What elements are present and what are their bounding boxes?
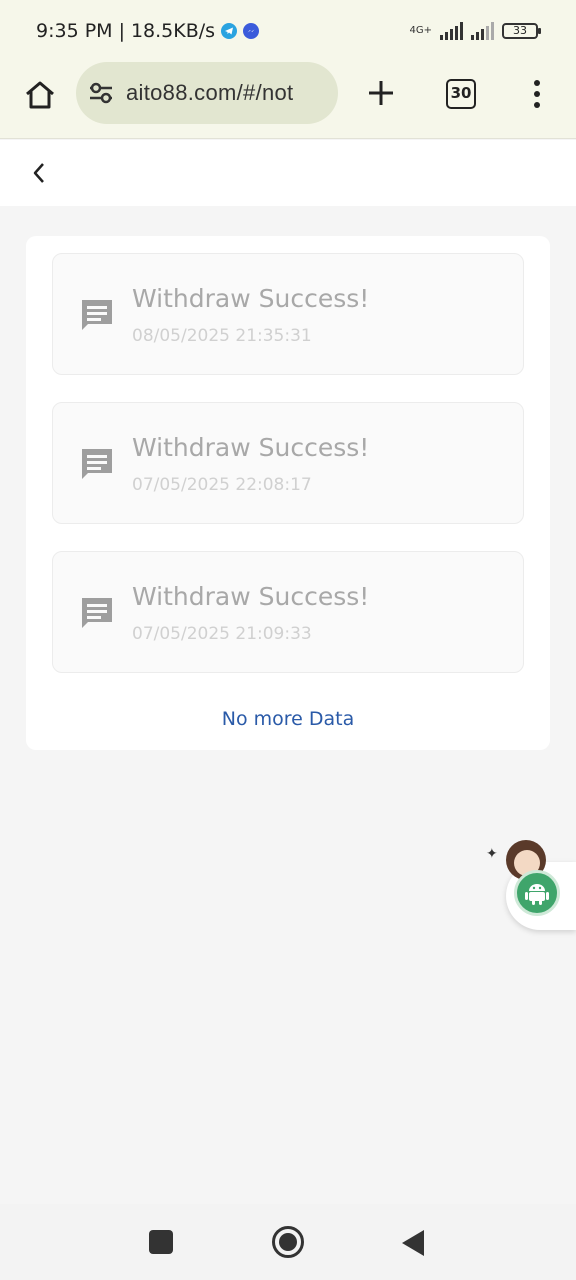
notice-list: Withdraw Success! 08/05/2025 21:35:31 Wi… bbox=[26, 236, 550, 750]
message-icon bbox=[82, 300, 112, 330]
notice-time: 08/05/2025 21:35:31 bbox=[132, 326, 312, 346]
floating-app-download-widget[interactable]: ✦ bbox=[484, 840, 576, 930]
back-triangle-icon[interactable] bbox=[402, 1230, 424, 1256]
message-icon bbox=[82, 449, 112, 479]
notice-title: Withdraw Success! bbox=[132, 433, 370, 462]
telegram-icon bbox=[221, 23, 238, 39]
url-bar[interactable]: aito88.com/#/not bbox=[76, 62, 338, 124]
notice-time: 07/05/2025 21:09:33 bbox=[132, 624, 312, 644]
status-bar: 9:35 PM | 18.5KB/s 4G+ 33 bbox=[0, 0, 576, 62]
plus-icon bbox=[369, 81, 393, 105]
system-navigation-bar bbox=[0, 1204, 576, 1280]
menu-dot-icon bbox=[534, 80, 540, 86]
home-circle-icon[interactable] bbox=[272, 1226, 304, 1258]
url-text[interactable]: aito88.com/#/not bbox=[126, 80, 293, 106]
no-more-data-text: No more Data bbox=[221, 708, 355, 730]
net-speed: 18.5KB/s bbox=[130, 20, 216, 42]
sparkle-icon: ✦ bbox=[486, 846, 498, 862]
network-type: 4G+ bbox=[409, 25, 433, 36]
messenger-icon bbox=[243, 23, 260, 39]
notice-card[interactable]: Withdraw Success! 07/05/2025 22:08:17 bbox=[52, 402, 524, 524]
notice-card[interactable]: Withdraw Success! 08/05/2025 21:35:31 bbox=[52, 253, 524, 375]
status-separator: | bbox=[118, 20, 125, 42]
menu-dot-icon bbox=[534, 91, 540, 97]
signal-icon bbox=[440, 22, 463, 40]
browser-menu-button[interactable] bbox=[522, 76, 552, 112]
message-icon bbox=[82, 598, 112, 628]
recent-apps-icon[interactable] bbox=[149, 1230, 173, 1254]
status-time: 9:35 PM bbox=[36, 20, 113, 42]
home-button[interactable] bbox=[20, 76, 60, 114]
browser-toolbar: aito88.com/#/not 30 bbox=[0, 62, 576, 139]
status-left: 9:35 PM | 18.5KB/s bbox=[36, 18, 260, 44]
page-header bbox=[0, 140, 576, 206]
status-right: 4G+ 33 bbox=[409, 18, 541, 44]
signal-icon-2 bbox=[471, 22, 494, 40]
notice-time: 07/05/2025 22:08:17 bbox=[132, 475, 312, 495]
menu-dot-icon bbox=[534, 102, 540, 108]
site-settings-icon[interactable] bbox=[88, 81, 114, 105]
chevron-left-icon bbox=[33, 163, 44, 183]
android-icon[interactable] bbox=[514, 870, 560, 916]
new-tab-button[interactable] bbox=[362, 74, 400, 112]
home-icon bbox=[26, 81, 54, 109]
battery-icon: 33 bbox=[502, 23, 541, 39]
notice-title: Withdraw Success! bbox=[132, 582, 370, 611]
tab-switcher-button[interactable]: 30 bbox=[446, 79, 476, 109]
notice-title: Withdraw Success! bbox=[132, 284, 370, 313]
back-button[interactable] bbox=[24, 158, 54, 188]
notice-card[interactable]: Withdraw Success! 07/05/2025 21:09:33 bbox=[52, 551, 524, 673]
